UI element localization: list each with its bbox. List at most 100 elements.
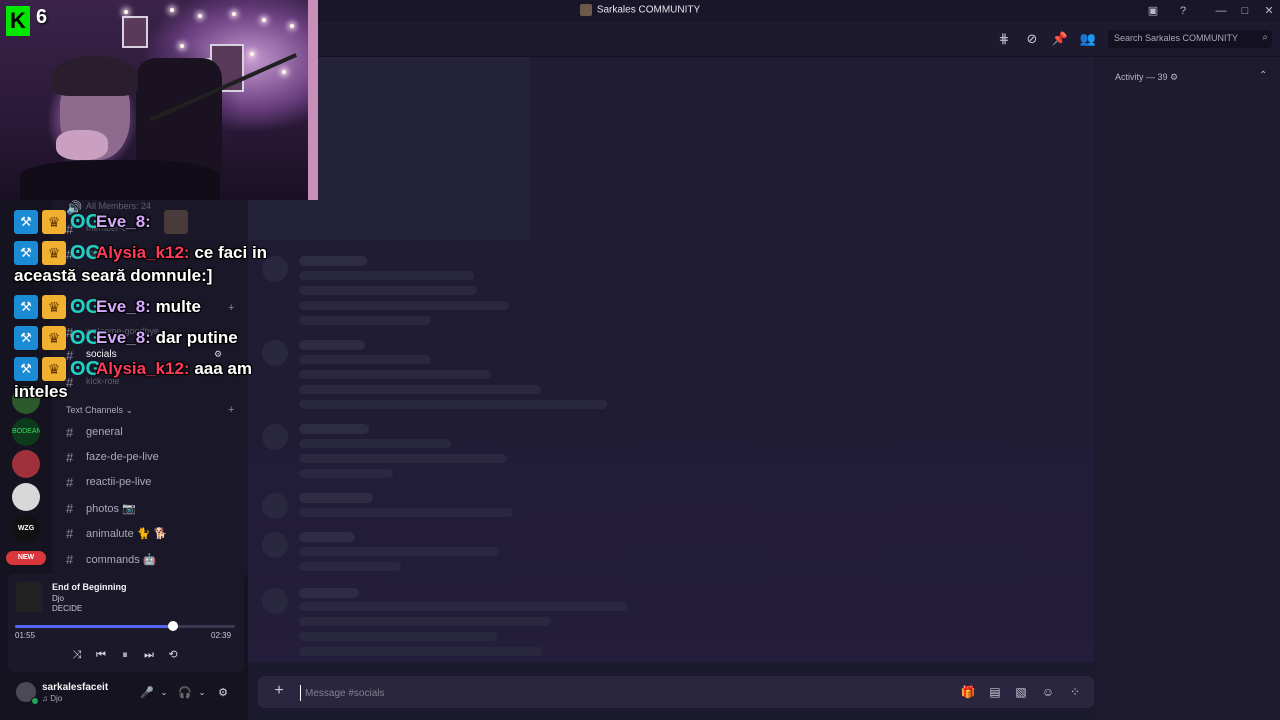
emote-icon	[164, 210, 188, 234]
overlay-chat-message: ⚒ ♛ ʘG Eve_8:	[14, 210, 314, 238]
channel-item[interactable]: # commands 🤖	[66, 548, 242, 570]
sticker-icon[interactable]: ▧	[1012, 683, 1030, 701]
search-icon: ⌕	[1262, 32, 1268, 43]
channel-item[interactable]: # general	[66, 421, 242, 443]
skeleton-line	[299, 647, 543, 656]
skeleton-line	[299, 508, 513, 517]
webcam-edge	[308, 0, 318, 200]
skeleton-name	[299, 588, 359, 598]
message-input[interactable]	[300, 685, 825, 701]
channel-item[interactable]: # faze-de-pe-live	[66, 446, 242, 468]
new-badge[interactable]: NEW	[6, 551, 46, 565]
skeleton-name	[299, 532, 355, 542]
activity-header[interactable]: Activity — 39 ⚙	[1115, 72, 1178, 83]
channel-item[interactable]: # animalute 🐈 🐕	[66, 522, 242, 544]
previous-icon[interactable]: ⏮	[93, 647, 109, 663]
microphone-icon[interactable]: 🎤	[139, 685, 155, 701]
total-time: 02:39	[211, 631, 232, 640]
window-title-text: Sarkales COMMUNITY	[596, 4, 701, 16]
moderator-badge-icon: ⚒	[14, 326, 38, 350]
add-channel-icon[interactable]: +	[228, 404, 234, 416]
elapsed-time: 01:55	[15, 631, 36, 640]
server-icon	[579, 4, 592, 16]
channel-item[interactable]: # reactii-pe-live	[66, 471, 242, 493]
og-badge-icon: ʘG	[70, 358, 102, 380]
overlay-chat-line: Alysia_k12: aaa am	[96, 359, 252, 378]
og-badge-icon: ʘG	[70, 327, 102, 349]
next-icon[interactable]: ⏭	[141, 647, 157, 663]
server-wzg-icon[interactable]: WZG	[12, 515, 40, 543]
skeleton-line	[299, 454, 507, 463]
overlay-chat-line: Alysia_k12: ce faci in	[96, 243, 268, 262]
pin-icon[interactable]: 📌	[1051, 30, 1069, 48]
og-badge-icon: ʘG	[70, 296, 102, 318]
members-icon[interactable]: 👥	[1079, 30, 1097, 48]
skeleton-avatar	[262, 588, 288, 614]
skeleton-name	[299, 424, 369, 434]
gift-icon[interactable]: 🎁	[959, 683, 977, 701]
skeleton-avatar	[262, 493, 288, 519]
chevron-up-icon[interactable]: ⌃	[1259, 70, 1267, 81]
channel-item[interactable]: # photos 📷	[66, 497, 242, 519]
skeleton-line	[299, 286, 477, 295]
username[interactable]: sarkalesfaceit	[42, 682, 108, 693]
song-album: DECIDE	[52, 604, 83, 613]
gif-icon[interactable]: ▤	[986, 683, 1004, 701]
skeleton-line	[299, 400, 607, 409]
skeleton-line	[299, 385, 541, 394]
help-icon[interactable]: ?	[1174, 3, 1192, 19]
skeleton-line	[299, 617, 551, 626]
shuffle-icon[interactable]: ⤨	[69, 647, 85, 663]
inbox-icon[interactable]: ▣	[1144, 3, 1162, 19]
crown-badge-icon: ♛	[42, 295, 66, 319]
server-bodean-icon[interactable]: BODEAN	[12, 418, 40, 446]
maximize-button[interactable]: □	[1236, 3, 1254, 19]
skeleton-line	[299, 301, 509, 310]
pause-icon[interactable]: ⏸	[117, 647, 133, 663]
attach-plus-icon[interactable]: +	[270, 682, 288, 700]
threads-icon[interactable]: ⋕	[995, 30, 1013, 48]
repeat-icon[interactable]: ⟲	[165, 647, 181, 663]
chevron-down-icon[interactable]: ⌄	[156, 685, 172, 701]
skeleton-line	[299, 562, 401, 571]
overlay-chat-message: ⚒ ♛ ʘG Eve_8: multe	[14, 295, 314, 323]
search-input[interactable]: Search Sarkales COMMUNITY ⌕	[1108, 30, 1272, 48]
minimize-button[interactable]: —	[1212, 3, 1230, 19]
server-icon[interactable]	[12, 450, 40, 478]
headphones-icon[interactable]: 🎧	[177, 685, 193, 701]
settings-gear-icon[interactable]: ⚙	[215, 685, 231, 701]
server-icon[interactable]	[12, 483, 40, 511]
emoji-icon[interactable]: ☺	[1039, 683, 1057, 701]
skeleton-avatar	[262, 424, 288, 450]
moderator-badge-icon: ⚒	[14, 357, 38, 381]
progress-handle[interactable]	[168, 621, 178, 631]
overlay-chat-line: Eve_8: dar putine	[96, 328, 238, 347]
song-artist: Djo	[52, 594, 65, 603]
apps-icon[interactable]: ⁘	[1066, 683, 1084, 701]
moderator-badge-icon: ⚒	[14, 210, 38, 234]
skeleton-line	[299, 632, 497, 641]
overlay-chat-continuation: această seară domnule:]	[14, 266, 213, 285]
member-list-panel	[1096, 57, 1280, 720]
crown-badge-icon: ♛	[42, 326, 66, 350]
close-button[interactable]: ✕	[1260, 3, 1278, 19]
mute-icon[interactable]: ⊘	[1023, 30, 1041, 48]
skeleton-line	[299, 439, 451, 448]
kick-logo-icon: K	[6, 6, 30, 36]
search-placeholder: Search Sarkales COMMUNITY	[1114, 33, 1239, 43]
skeleton-line	[299, 547, 499, 556]
chevron-down-icon[interactable]: ⌄	[194, 685, 210, 701]
moderator-badge-icon: ⚒	[14, 241, 38, 265]
og-badge-icon: ʘG	[70, 242, 102, 264]
overlay-chat-line: Eve_8:	[96, 212, 151, 231]
og-badge-icon: ʘG	[70, 211, 102, 233]
crown-badge-icon: ♛	[42, 357, 66, 381]
wall-frame	[122, 16, 148, 48]
category-text-channels[interactable]: Text Channels ⌄	[66, 405, 133, 416]
streamer-hair	[52, 56, 138, 96]
online-status-icon	[31, 697, 39, 705]
song-title: End of Beginning	[52, 582, 127, 592]
skeleton-line	[299, 271, 474, 280]
crown-badge-icon: ♛	[42, 210, 66, 234]
overlay-chat-continuation: inteles	[14, 382, 68, 401]
